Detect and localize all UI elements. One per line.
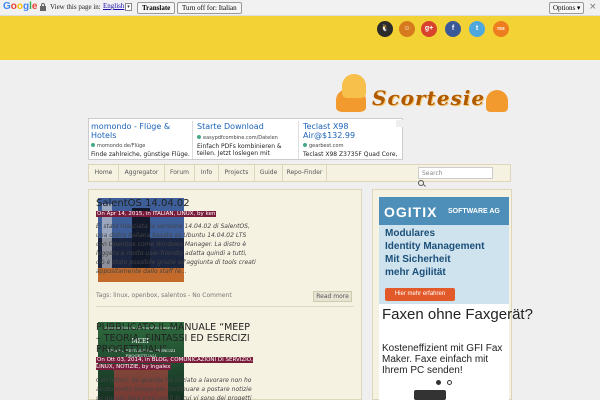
lock-icon — [40, 3, 46, 11]
translate-prompt: View this page in: — [50, 3, 101, 11]
post-tags[interactable]: Tags: linux, openbox, salentos - No Comm… — [96, 292, 232, 299]
ad-line: mehr Agilität — [385, 267, 446, 278]
ad-brand-tag: SOFTWARE AG — [448, 208, 500, 215]
ad-source-icon — [91, 143, 95, 147]
ad-title[interactable]: Faxen ohne Faxgerät? — [382, 306, 533, 323]
ad-description: Kosteneffizient mit GFI Fax Maker. Faxe … — [382, 343, 503, 376]
close-icon[interactable]: × — [589, 2, 597, 12]
ad-source-icon — [303, 143, 307, 147]
post-excerpt: E' stata rilasciata la versione 14.04.02… — [96, 223, 256, 275]
search-icon[interactable] — [418, 180, 426, 188]
google-plus-icon[interactable]: g+ — [420, 18, 438, 40]
twitter-icon[interactable]: t — [468, 18, 486, 40]
language-link[interactable]: English — [103, 2, 124, 10]
nav-item-forum[interactable]: Forum — [165, 165, 195, 181]
carousel-dot[interactable] — [447, 380, 452, 385]
nav-item-guide[interactable]: Guide — [255, 165, 283, 181]
ad-cta-button[interactable] — [414, 390, 446, 400]
options-button[interactable]: Options ▾ — [549, 2, 585, 14]
facebook-icon[interactable]: f — [444, 18, 462, 40]
post-meta: On Apr 14, 2015, in ITALIAN, LINUX, by k… — [96, 211, 217, 217]
nav-item-repo-finder[interactable]: Repo-Finder — [283, 165, 327, 181]
read-more-button[interactable]: Read more — [313, 291, 352, 302]
post-excerpt: Cari lettori, da quando ho iniziato a la… — [96, 377, 252, 400]
ad-item[interactable]: Starte Download easypdfcombine.com/Datei… — [195, 121, 299, 159]
ad-item[interactable]: momondo - Flüge & Hotels momondo.de/Flüg… — [89, 121, 193, 159]
nav-item-info[interactable]: Info — [195, 165, 219, 181]
ad-item[interactable]: Teclast X98 Air@$132.99 gearbest.com Tec… — [301, 121, 405, 159]
turn-off-button[interactable]: Turn off for: Italian — [177, 2, 242, 14]
post-meta: On Ott 03, 2014, in BLOG, COMUNICAZIONI … — [96, 357, 253, 370]
ad-line: Mit Sicherheit — [385, 254, 451, 265]
ad-source-icon — [197, 135, 201, 139]
nav-item-aggregator[interactable]: Aggregator — [119, 165, 165, 181]
ad-banner-top: momondo - Flüge & Hotels momondo.de/Flüg… — [88, 118, 403, 160]
translate-bar: Google View this page in: English ▾ Tran… — [0, 0, 600, 16]
ad-line: Modulares — [385, 228, 436, 239]
tux-icon[interactable]: 🐧 — [376, 18, 394, 40]
site-logo-text: Scortesie — [372, 86, 486, 110]
post-title[interactable]: PUBBLICATO IL MANUALE “MEEP – TEORIA, SI… — [96, 322, 256, 355]
post-title[interactable]: SalentOS 14.04.02 — [96, 198, 190, 209]
divider — [96, 306, 354, 307]
ad-line: Identity Management — [385, 241, 485, 252]
header-band — [0, 16, 600, 60]
language-dropdown[interactable]: ▾ — [125, 3, 132, 11]
google-logo: Google — [3, 1, 38, 12]
rss-icon[interactable]: rss — [492, 18, 510, 40]
ad-brand: OGITIX — [384, 204, 438, 220]
nav-item-home[interactable]: Home — [89, 165, 119, 181]
ad-cta-button[interactable]: Hier mehr erfahren — [385, 288, 455, 301]
translate-button[interactable]: Translate — [137, 2, 176, 14]
ad-choices-icon[interactable] — [396, 120, 403, 127]
person-icon[interactable]: ☺ — [398, 18, 416, 40]
search-input[interactable]: Search — [418, 167, 493, 179]
carousel-dot-active[interactable] — [436, 380, 441, 385]
page-background — [0, 60, 600, 115]
nav-item-projects[interactable]: Projects — [219, 165, 255, 181]
